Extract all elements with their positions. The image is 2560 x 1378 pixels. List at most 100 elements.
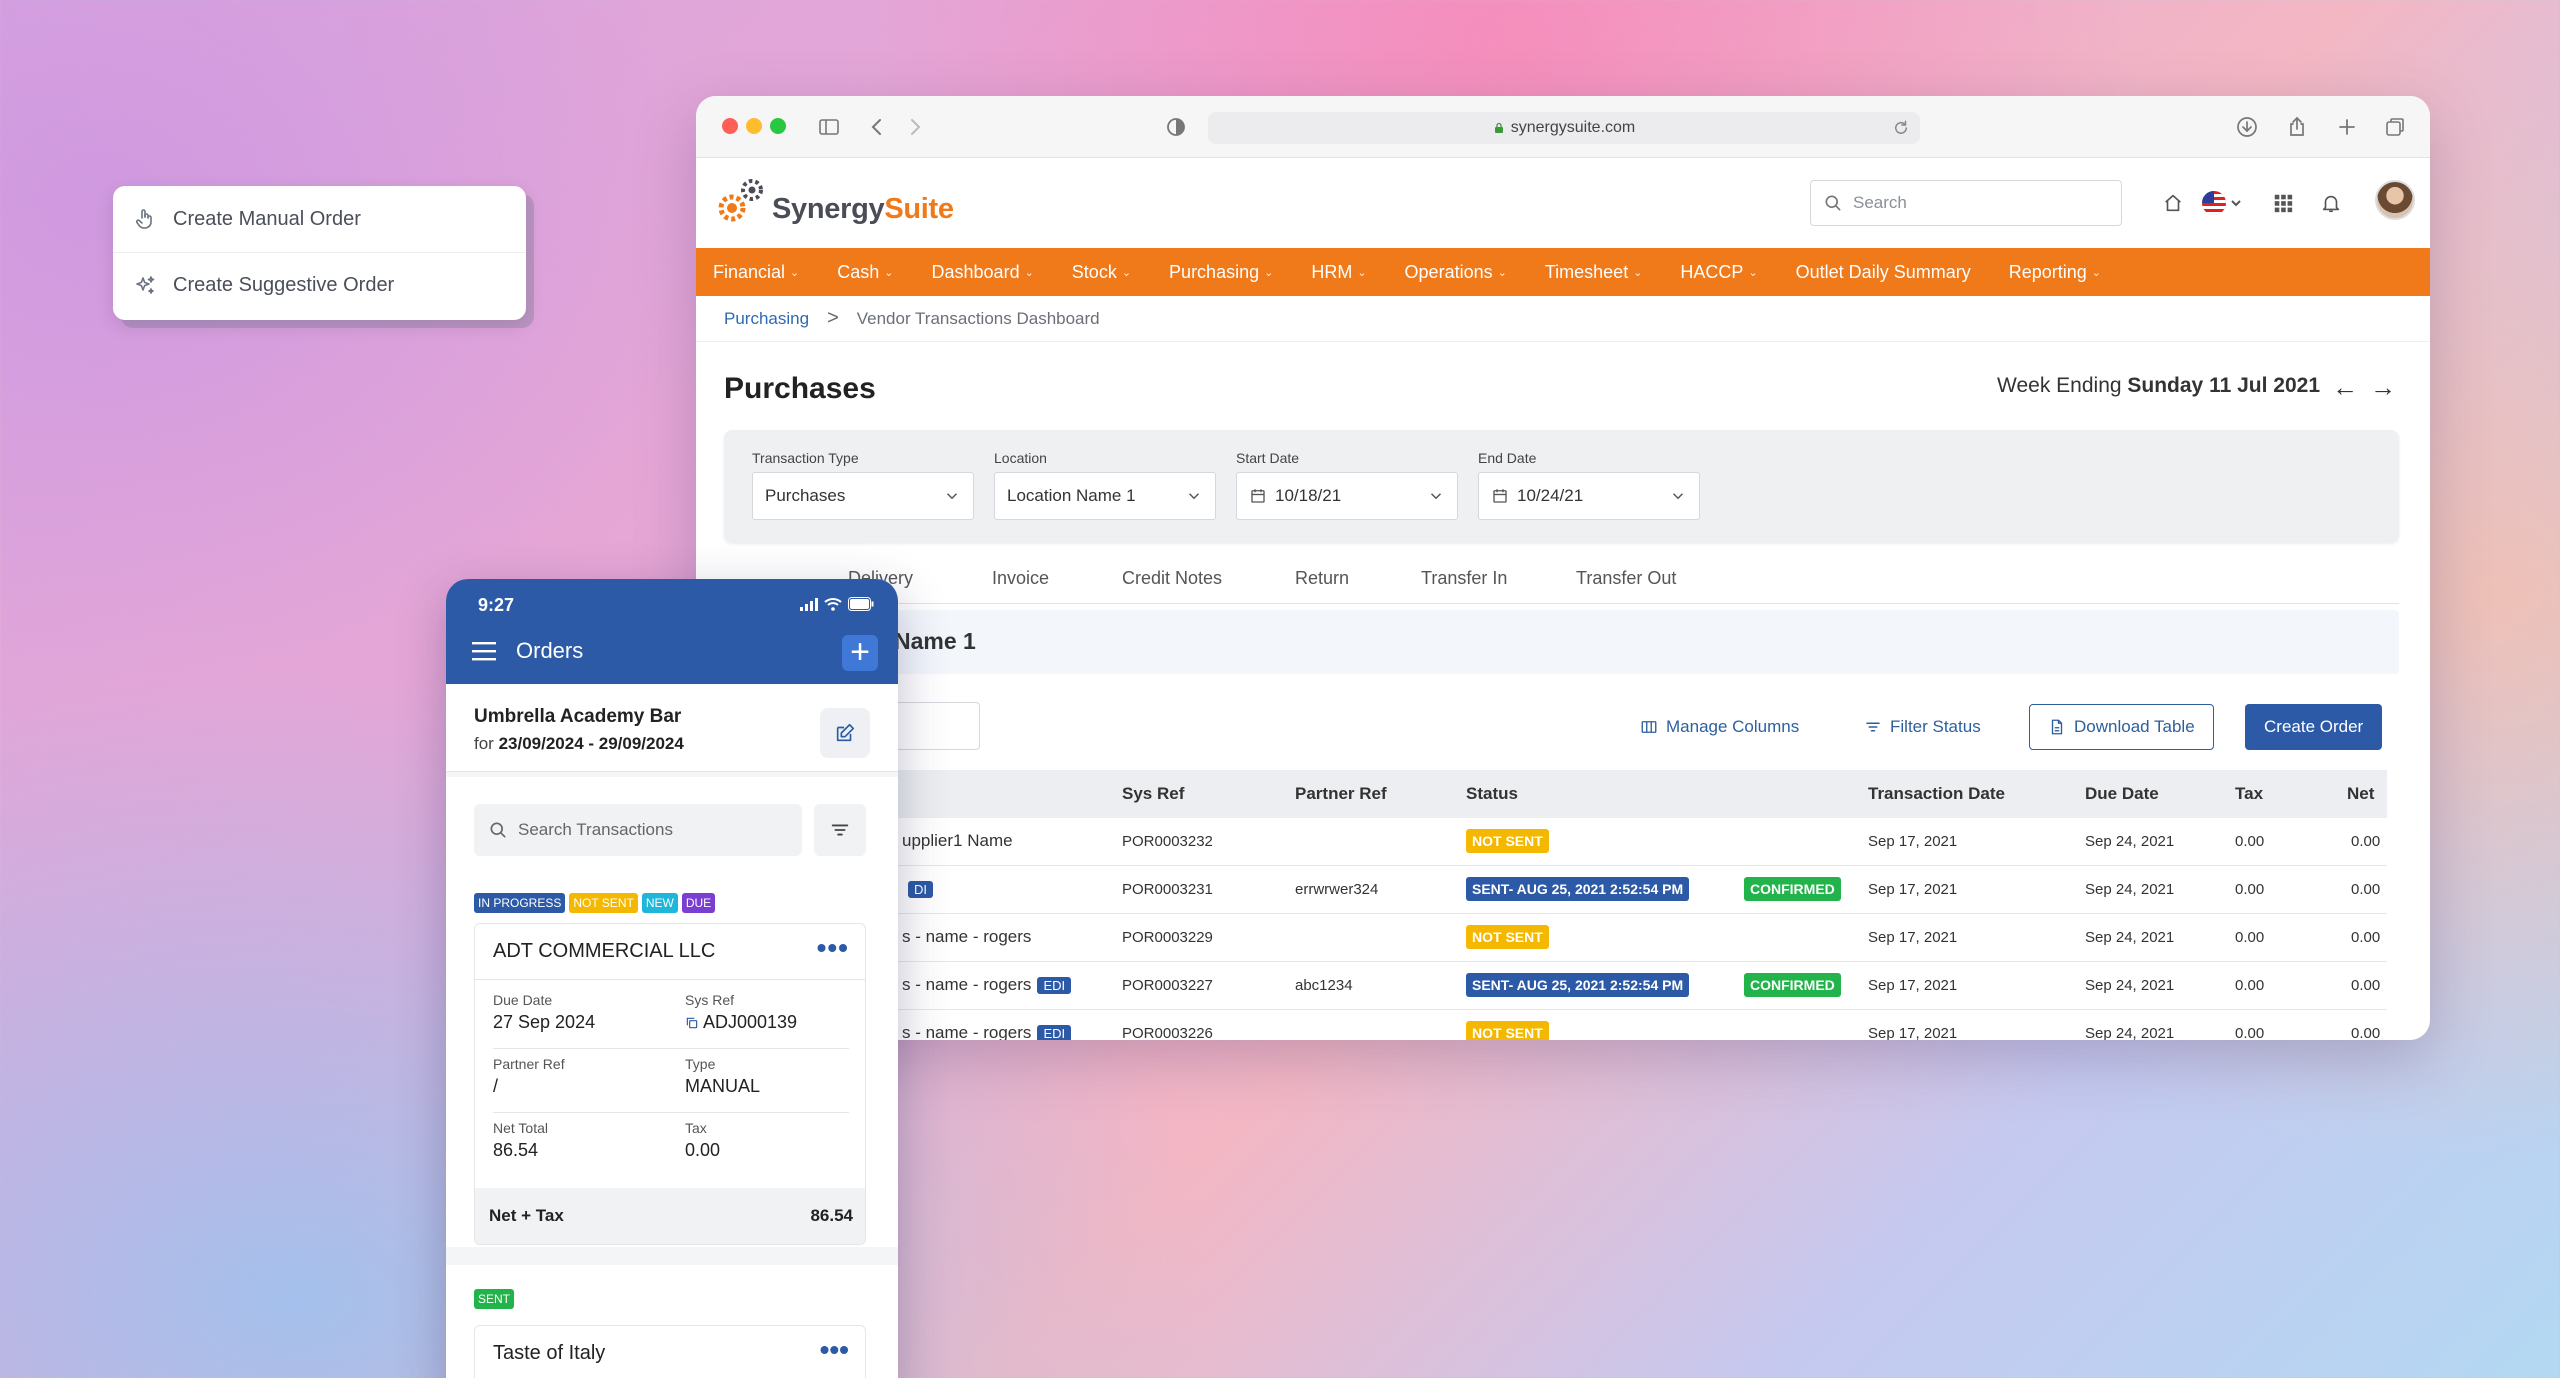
forward-icon[interactable] [900,112,930,142]
columns-icon [1641,721,1657,733]
nav-hrm[interactable]: HRM ⌄ [1311,262,1366,283]
sidebar-toggle-icon[interactable] [814,112,844,142]
tax-cell: 0.00 [2235,1025,2265,1040]
user-avatar[interactable] [2375,180,2415,220]
tab-overview-icon[interactable] [2380,112,2410,142]
nav-timesheet[interactable]: Timesheet ⌄ [1545,262,1643,283]
filter-button[interactable] [814,804,866,856]
maximize-window-button[interactable] [770,118,786,134]
location-select[interactable]: Location Name 1 [994,472,1216,520]
table-row[interactable]: DI POR0003231 errwrwer324 SENT- AUG 25, 202… [724,866,2387,914]
transaction-type-select[interactable]: Purchases [752,472,974,520]
filter-lines-icon [1866,722,1880,732]
tab-return[interactable]: Return [1295,568,1349,589]
nav-purchasing[interactable]: Purchasing ⌄ [1169,262,1273,283]
back-icon[interactable] [862,112,892,142]
partner-ref-field: Partner Ref / [493,1056,565,1096]
col-partner-ref[interactable]: Partner Ref [1295,784,1387,804]
download-icon[interactable] [2232,112,2262,142]
wifi-icon [824,598,842,611]
status-badge: NOT SENT [1466,829,1549,853]
app-grid-icon[interactable] [2268,188,2298,218]
sys-ref-cell: POR0003226 [1122,1025,1213,1040]
search-icon [1825,195,1841,211]
table-row[interactable]: s - name - rogers POR0003229 NOT SENT Sep 1… [724,914,2387,962]
global-search-input[interactable]: Search [1810,180,2122,226]
minimize-window-button[interactable] [746,118,762,134]
col-tax[interactable]: Tax [2235,784,2263,804]
tax-cell: 0.00 [2235,977,2265,994]
document-icon [2051,719,2063,735]
chevron-down-icon: ⌄ [1633,266,1643,279]
chevron-down-icon: ⌄ [1024,266,1034,279]
tab-transfer-in[interactable]: Transfer In [1421,568,1507,589]
nav-stock[interactable]: Stock ⌄ [1072,262,1131,283]
edit-button[interactable] [820,708,870,758]
tab-credit-notes[interactable]: Credit Notes [1122,568,1222,589]
nav-outlet-daily-summary[interactable]: Outlet Daily Summary [1796,262,1971,283]
filter-status-button[interactable]: Filter Status [1864,704,1981,750]
tab-transfer-out[interactable]: Transfer Out [1576,568,1676,589]
url-text: synergysuite.com [1510,119,1636,136]
create-manual-order-item[interactable]: Create Manual Order [113,186,526,252]
nav-dashboard[interactable]: Dashboard ⌄ [932,262,1034,283]
nav-operations[interactable]: Operations ⌄ [1405,262,1507,283]
partner-ref-cell: errwrwer324 [1295,881,1379,898]
search-transactions-input[interactable]: Search Transactions [474,804,802,856]
col-status[interactable]: Status [1466,784,1518,804]
nav-cash[interactable]: Cash ⌄ [837,262,893,283]
manage-columns-button[interactable]: Manage Columns [1640,704,1799,750]
new-tab-icon[interactable] [2332,112,2362,142]
nav-haccp[interactable]: HACCP ⌄ [1680,262,1757,283]
table-row[interactable]: s - name - rogers EDI POR0003227 abc1234 SEN… [724,962,2387,1010]
download-table-button[interactable]: Download Table [2029,704,2214,750]
location-group-header[interactable]: Name 1 [724,610,2399,674]
end-date-picker[interactable]: 10/24/21 [1478,472,1700,520]
tab-invoice[interactable]: Invoice [992,568,1049,589]
transaction-date-cell: Sep 17, 2021 [1868,977,1958,994]
breadcrumb: Purchasing > Vendor Transactions Dashboa… [696,296,2430,342]
table-row[interactable]: upplier1 Name POR0003232 NOT SENT Sep 17, 2… [724,818,2387,866]
synergysuite-logo[interactable]: SynergySuite [716,176,954,226]
bell-icon[interactable] [2316,188,2346,218]
app-header: SynergySuite Search [696,158,2430,248]
share-icon[interactable] [2282,112,2312,142]
vendor-cell: s - name - rogers EDI [902,1023,1072,1040]
nav-financial[interactable]: Financial ⌄ [713,262,799,283]
card-divider [493,1112,849,1113]
more-options-icon[interactable]: ••• [820,1334,849,1366]
col-net[interactable]: Net [2347,784,2374,804]
order-card-header: ADT COMMERCIAL LLC ••• [475,924,865,980]
home-icon[interactable] [2158,188,2188,218]
table-row[interactable]: s - name - rogers EDI POR0003226 NOT SENT Se… [724,1010,2387,1040]
col-sys-ref[interactable]: Sys Ref [1122,784,1184,804]
address-bar[interactable]: synergysuite.com [1208,112,1920,144]
col-due-date[interactable]: Due Date [2085,784,2159,804]
add-order-button[interactable]: + [842,635,878,671]
more-options-icon[interactable]: ••• [817,932,849,964]
order-card[interactable]: ADT COMMERCIAL LLC ••• Due Date 27 Sep 20… [474,923,866,1245]
start-date-picker[interactable]: 10/18/21 [1236,472,1458,520]
order-card[interactable]: Taste of Italy ••• [474,1325,866,1378]
calendar-icon [1493,489,1507,503]
tax-cell: 0.00 [2235,929,2265,946]
sys-ref-cell: POR0003227 [1122,977,1213,994]
nav-reporting[interactable]: Reporting ⌄ [2009,262,2101,283]
end-date-label: End Date [1478,450,1537,466]
create-order-button[interactable]: Create Order [2245,704,2383,750]
privacy-shield-icon[interactable] [1161,112,1191,142]
copy-icon[interactable] [685,1016,699,1030]
close-window-button[interactable] [722,118,738,134]
next-week-arrow-icon[interactable]: → [2370,374,2398,402]
us-flag-language-icon[interactable] [2200,188,2246,218]
col-transaction-date[interactable]: Transaction Date [1868,784,2005,804]
reload-icon[interactable] [1892,119,1910,137]
end-date-filter: End Date 10/24/21 [1478,450,1700,520]
location-label: Location [994,450,1047,466]
create-suggestive-order-item[interactable]: Create Suggestive Order [113,252,526,318]
hamburger-menu-icon[interactable] [472,641,498,661]
status-badge: SENT- AUG 25, 2021 2:52:54 PM [1466,973,1690,997]
chevron-down-icon: ⌄ [1748,266,1758,279]
breadcrumb-purchasing[interactable]: Purchasing [724,309,809,329]
previous-week-arrow-icon[interactable]: ← [2332,374,2360,402]
